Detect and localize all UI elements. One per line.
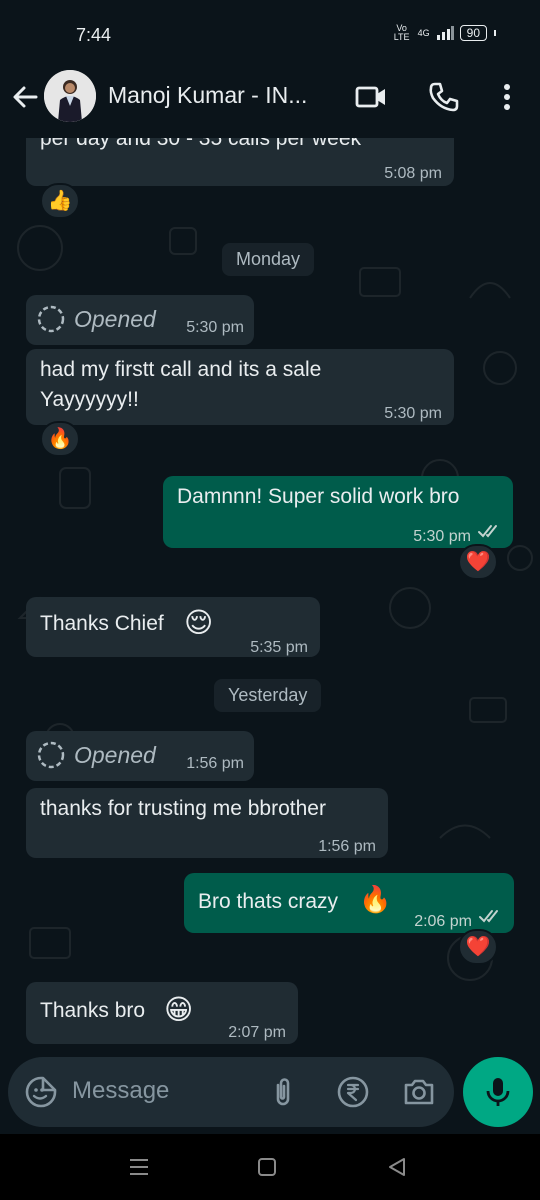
chat-header: Manoj Kumar - IN... [0, 70, 540, 138]
attach-icon[interactable] [266, 1075, 300, 1109]
battery-icon: 90 [459, 25, 487, 41]
rupee-payment-icon[interactable] [336, 1075, 370, 1109]
message-text: Yayyyyyy!! [40, 388, 139, 411]
read-ticks-icon [479, 910, 498, 923]
message-composer: Message [8, 1057, 454, 1127]
mic-icon [486, 1078, 510, 1106]
message-text: Thanks bro [40, 999, 146, 1022]
status-bar: 7:44 Vo LTE 4G 90 [0, 0, 540, 70]
message-time: 2:07 pm [228, 1024, 286, 1041]
avatar[interactable] [44, 70, 96, 122]
camera-icon[interactable] [402, 1075, 436, 1109]
view-once-status: Opened [36, 304, 156, 334]
message-bubble-incoming[interactable]: Thanks bro 😁 2:07 pm [26, 982, 298, 1044]
message-reaction[interactable]: 👍 [40, 183, 80, 219]
message-time: 5:35 pm [250, 639, 308, 656]
contact-name[interactable]: Manoj Kumar - IN... [108, 82, 307, 109]
message-time: 5:30 pm [413, 528, 471, 545]
message-reaction[interactable]: 🔥 [40, 421, 80, 457]
message-emoji: 😌 [184, 607, 214, 638]
status-time: 7:44 [76, 25, 112, 45]
view-once-bubble[interactable]: Opened 5:30 pm [26, 295, 254, 345]
signal-icon [436, 26, 454, 40]
system-navbar [0, 1134, 540, 1200]
message-text: Thanks Chief [40, 612, 164, 635]
view-once-status: Opened [36, 740, 156, 770]
battery-tip [494, 30, 496, 36]
battery-level: 90 [466, 26, 480, 40]
back-arrow-icon[interactable] [8, 80, 42, 114]
view-once-icon [37, 741, 65, 769]
message-text: per day and 30 - 35 calls per week [40, 138, 362, 150]
message-time: 5:30 pm [384, 405, 442, 422]
message-time: 1:56 pm [186, 755, 244, 772]
message-emoji: 🔥 [359, 884, 392, 914]
message-emoji: 😁 [164, 994, 194, 1025]
message-bubble-incoming[interactable]: had my firstt call and its a sale Yayyyy… [26, 349, 454, 425]
read-ticks-icon [478, 525, 497, 538]
nav-menu-icon[interactable] [126, 1154, 152, 1180]
nav-back-icon[interactable] [384, 1154, 410, 1180]
message-reaction[interactable]: ❤️ [458, 929, 498, 965]
sticker-icon[interactable] [24, 1075, 58, 1109]
view-once-bubble[interactable]: Opened 1:56 pm [26, 731, 254, 781]
message-text: had my firstt call and its a sale [40, 358, 322, 381]
message-time: 1:56 pm [318, 838, 376, 855]
message-bubble-incoming[interactable]: thanks for trusting me bbrother 1:56 pm [26, 788, 388, 858]
view-once-label: Opened [74, 742, 156, 768]
message-time: 5:08 pm [384, 165, 442, 182]
message-text: Damnnn! Super solid work bro [177, 485, 460, 508]
message-bubble-incoming[interactable]: per day and 30 - 35 calls per week 5:08 … [26, 138, 454, 186]
date-separator: Yesterday [214, 679, 322, 712]
signal-label: 4G [417, 28, 430, 38]
message-text: Bro thats crazy [198, 890, 339, 913]
voice-record-button[interactable] [463, 1057, 533, 1127]
volte-label: Vo LTE [393, 23, 410, 42]
message-bubble-incoming[interactable]: Thanks Chief 😌 5:35 pm [26, 597, 320, 657]
view-once-icon [37, 305, 65, 333]
date-separator: Monday [222, 243, 315, 276]
more-options-icon[interactable] [490, 80, 524, 114]
message-input[interactable]: Message [72, 1077, 169, 1105]
message-text: thanks for trusting me bbrother [40, 797, 326, 820]
chat-area[interactable]: per day and 30 - 35 calls per week 5:08 … [0, 138, 540, 1058]
message-bubble-outgoing[interactable]: Bro thats crazy 🔥 2:06 pm [184, 873, 514, 933]
message-time: 5:30 pm [186, 319, 244, 336]
message-reaction[interactable]: ❤️ [458, 544, 498, 580]
status-icons: Vo LTE 4G 90 [392, 24, 496, 42]
view-once-label: Opened [74, 306, 156, 332]
nav-home-icon[interactable] [254, 1154, 280, 1180]
video-call-icon[interactable] [354, 80, 388, 114]
phone-icon[interactable] [427, 80, 461, 114]
message-bubble-outgoing[interactable]: Damnnn! Super solid work bro 5:30 pm [163, 476, 513, 548]
